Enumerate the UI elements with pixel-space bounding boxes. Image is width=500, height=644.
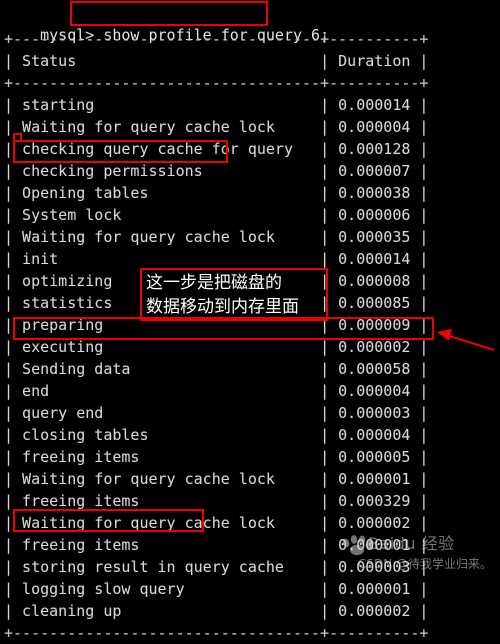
table-row: | freeing items | 0.000329 | [4, 492, 429, 510]
table-row: | end | 0.000004 | [4, 382, 429, 400]
table-row: | starting | 0.000014 | [4, 96, 429, 114]
table-row: | checking permissions | 0.000007 | [4, 162, 429, 180]
table-row: | Sending data | 0.000058 | [4, 360, 429, 378]
table-row: | Waiting for query cache lock | 0.00000… [4, 118, 429, 136]
table-row: | storing result in query cache | 0.0000… [4, 558, 429, 576]
pointer-arrow-icon [437, 329, 495, 351]
table-row: | freeing items | 0.000005 | [4, 448, 429, 466]
table-row: | executing | 0.000002 | [4, 338, 429, 356]
table-row: | query end | 0.000003 | [4, 404, 429, 422]
table-row: | logging slow query | 0.000001 | [4, 580, 429, 598]
table-row: | freeing items | 0.000001 | [4, 536, 429, 554]
table-row: | System lock | 0.000006 | [4, 206, 429, 224]
table-row: | init | 0.000014 | [4, 250, 429, 268]
table-separator-top: +----------------------------------+----… [4, 30, 429, 48]
table-separator-header: +----------------------------------+----… [4, 74, 429, 92]
table-row: | checking query cache for query | 0.000… [4, 140, 429, 158]
table-row: | Waiting for query cache lock | 0.00000… [4, 514, 429, 532]
annotation-note: 这一步是把磁盘的 数据移动到内存里面 [140, 268, 328, 321]
terminal-window: mysql> show profile for query 6; +------… [0, 0, 500, 642]
table-row: | closing tables | 0.000004 | [4, 426, 429, 444]
table-row: | Waiting for query cache lock | 0.00000… [4, 470, 429, 488]
table-header-row: | Status | Duration | [4, 52, 429, 70]
table-separator-bottom: +----------------------------------+----… [4, 624, 429, 642]
table-row: | Waiting for query cache lock | 0.00003… [4, 228, 429, 246]
table-row: | cleaning up | 0.000002 | [4, 602, 429, 620]
table-row: | Opening tables | 0.000038 | [4, 184, 429, 202]
